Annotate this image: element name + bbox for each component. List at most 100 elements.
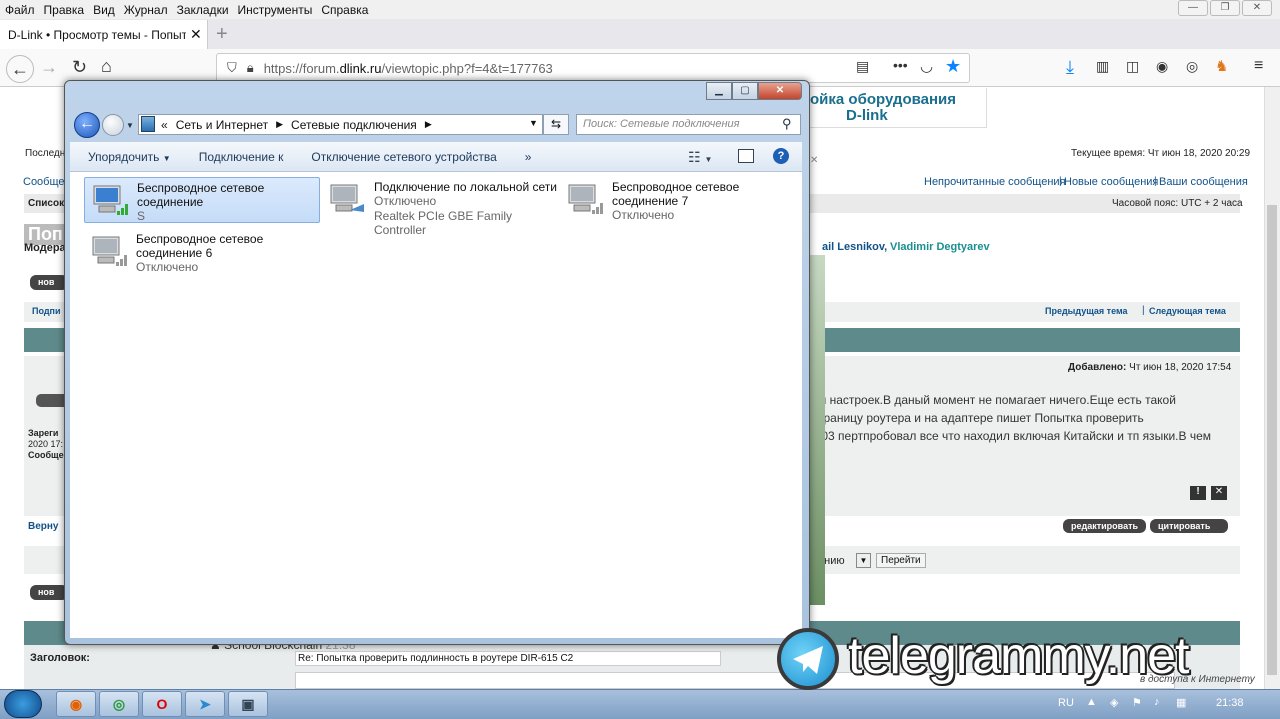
- browser-tab[interactable]: D-Link • Просмотр темы - Попыт ✕: [0, 20, 208, 49]
- network-tray-icon[interactable]: ▦: [1176, 696, 1186, 709]
- breadcrumb-item-connections[interactable]: Сетевые подключения: [291, 118, 417, 132]
- start-button-icon[interactable]: [4, 690, 42, 718]
- view-options-icon[interactable]: ☷ ▼: [688, 149, 712, 166]
- lock-icon[interactable]: 🔒︎: [247, 60, 254, 76]
- help-icon[interactable]: ?: [773, 148, 789, 164]
- menu-help[interactable]: Справка: [321, 3, 368, 17]
- explorer-back-icon[interactable]: ←: [74, 112, 100, 138]
- menu-edit[interactable]: Правка: [44, 3, 85, 17]
- more-commands-icon[interactable]: »: [525, 150, 532, 164]
- new-tab-icon[interactable]: +: [216, 23, 228, 46]
- minimize-icon[interactable]: —: [1178, 0, 1208, 16]
- quote-button[interactable]: цитировать: [1150, 519, 1228, 533]
- address-breadcrumb[interactable]: « Сеть и Интернет ▶ Сетевые подключения …: [138, 114, 543, 135]
- menu-tools[interactable]: Инструменты: [238, 3, 313, 17]
- tray-app-icon[interactable]: ◈: [1110, 696, 1118, 709]
- more-actions-icon[interactable]: •••: [893, 57, 908, 73]
- system-tray: RU ▲ ◈ ⚑ ♪ ▦ 21:38: [1050, 690, 1280, 719]
- connection-status: S: [137, 209, 146, 223]
- preview-pane-icon[interactable]: [738, 149, 754, 163]
- chevron-right-icon[interactable]: ▶: [425, 119, 432, 130]
- explorer-forward-icon[interactable]: [102, 114, 124, 136]
- opera-taskbar-icon[interactable]: O: [142, 691, 182, 717]
- explorer-maximize-icon[interactable]: ▢: [732, 82, 758, 100]
- connection-item-lan[interactable]: Подключение по локальной сети Отключено …: [322, 177, 558, 237]
- history-dropdown-icon[interactable]: ▼: [126, 121, 134, 130]
- chevron-right-icon[interactable]: ▶: [276, 119, 283, 130]
- breadcrumb-item-network[interactable]: Сеть и Интернет: [176, 118, 268, 132]
- connection-item-wireless[interactable]: Беспроводное сетевое соединение S: [84, 177, 320, 223]
- explorer-close-icon[interactable]: ✕: [758, 82, 802, 100]
- list-label: Список: [28, 198, 65, 209]
- shield-icon[interactable]: ⛉: [227, 60, 237, 76]
- clock[interactable]: 21:38: [1216, 697, 1244, 709]
- moderator-1-link[interactable]: ail Lesnikov,: [822, 241, 887, 253]
- bookmark-star-icon[interactable]: ★: [945, 56, 961, 77]
- tab-close-icon[interactable]: ✕: [190, 26, 202, 43]
- metamask-icon[interactable]: ♞: [1215, 57, 1228, 75]
- back-arrow-icon[interactable]: ←: [6, 55, 34, 83]
- new-topic-button-bottom[interactable]: нов: [30, 585, 68, 600]
- menu-file[interactable]: Файл: [5, 3, 35, 17]
- search-input[interactable]: Поиск: Сетевые подключения: [576, 114, 801, 135]
- organize-button[interactable]: Упорядочить ▼: [88, 150, 171, 164]
- pocket-icon[interactable]: ◡: [920, 57, 933, 75]
- refresh-icon[interactable]: ⇆: [543, 114, 569, 135]
- connect-to-button[interactable]: Подключение к: [199, 150, 284, 164]
- delete-icon[interactable]: ✕: [1211, 486, 1227, 500]
- menu-history[interactable]: Журнал: [124, 3, 168, 17]
- menu-bookmarks[interactable]: Закладки: [177, 3, 229, 17]
- report-icon[interactable]: !: [1190, 486, 1206, 500]
- volume-icon[interactable]: ♪: [1154, 696, 1160, 708]
- library-icon[interactable]: ▥: [1096, 58, 1109, 75]
- download-icon[interactable]: ⤓: [1066, 57, 1074, 78]
- forward-arrow-icon[interactable]: →: [40, 57, 58, 78]
- chrome-taskbar-icon[interactable]: ◎: [99, 691, 139, 717]
- network-window-taskbar-icon[interactable]: ▣: [228, 691, 268, 717]
- forum-header-title-1: ойка оборудования: [810, 91, 957, 108]
- account-icon[interactable]: ◉: [1156, 58, 1168, 75]
- connection-device: Realtek PCIe GBE Family Controller: [374, 209, 513, 237]
- posts-label: Сообще: [28, 450, 64, 460]
- post-line-1: м настроек.В даный момент не помагает ни…: [818, 393, 1176, 407]
- your-posts-link[interactable]: Ваши сообщения: [1159, 176, 1248, 188]
- tray-arrow-icon[interactable]: ▲: [1086, 696, 1097, 708]
- scrollbar-thumb[interactable]: [1267, 205, 1277, 675]
- reload-icon[interactable]: ↻: [72, 57, 87, 78]
- address-dropdown-icon[interactable]: ▼: [529, 118, 538, 128]
- new-topic-button[interactable]: нов: [30, 275, 68, 290]
- subject-input[interactable]: Re: Попытка проверить подлинность в роут…: [295, 651, 721, 666]
- explorer-minimize-icon[interactable]: ▁: [706, 82, 732, 100]
- prev-topic-link[interactable]: Предыдущая тема: [1045, 306, 1128, 316]
- post-text: м настроек.В даный момент не помагает ни…: [818, 391, 1211, 445]
- moderator-2-link[interactable]: Vladimir Degtyarev: [890, 241, 990, 253]
- firefox-taskbar-icon[interactable]: ◉: [56, 691, 96, 717]
- action-center-icon[interactable]: ⚑: [1132, 696, 1142, 709]
- connection-name: Беспроводное сетевое соединение 6: [136, 232, 264, 260]
- author-badge: [36, 394, 66, 407]
- connection-item-wireless-6[interactable]: Беспроводное сетевое соединение 6 Отключе…: [84, 229, 320, 275]
- subscribe-fragment[interactable]: Подпи: [32, 306, 61, 316]
- menu-view[interactable]: Вид: [93, 3, 115, 17]
- home-icon[interactable]: ⌂: [101, 56, 112, 77]
- disable-device-button[interactable]: Отключение сетевого устройства: [311, 150, 496, 164]
- hamburger-menu-icon[interactable]: ≡: [1254, 57, 1263, 75]
- telegram-taskbar-icon[interactable]: ➤: [185, 691, 225, 717]
- sidebar-icon[interactable]: ◫: [1126, 58, 1139, 75]
- close-icon[interactable]: ✕: [1242, 0, 1272, 16]
- go-button[interactable]: Перейти: [876, 553, 926, 568]
- edit-button[interactable]: редактировать: [1063, 519, 1147, 533]
- next-topic-link[interactable]: Следующая тема: [1149, 306, 1226, 316]
- breadcrumb-overflow-icon[interactable]: «: [161, 118, 168, 132]
- jump-select-arrow-icon[interactable]: ▼: [856, 553, 871, 568]
- browser-window-controls: — ❐ ✕: [1178, 0, 1272, 16]
- extension-icon[interactable]: ◎: [1186, 58, 1198, 75]
- language-indicator[interactable]: RU: [1058, 697, 1074, 709]
- return-link[interactable]: Верну: [28, 521, 59, 532]
- unread-link[interactable]: Непрочитанные сообщения: [924, 176, 1066, 188]
- reader-view-icon[interactable]: ▤: [856, 58, 869, 75]
- new-posts-link[interactable]: Новые сообщения: [1064, 176, 1158, 188]
- connection-item-wireless-7[interactable]: Беспроводное сетевое соединение 7 Отключе…: [560, 177, 796, 223]
- search-icon[interactable]: ⚲: [782, 116, 792, 132]
- maximize-icon[interactable]: ❐: [1210, 0, 1240, 16]
